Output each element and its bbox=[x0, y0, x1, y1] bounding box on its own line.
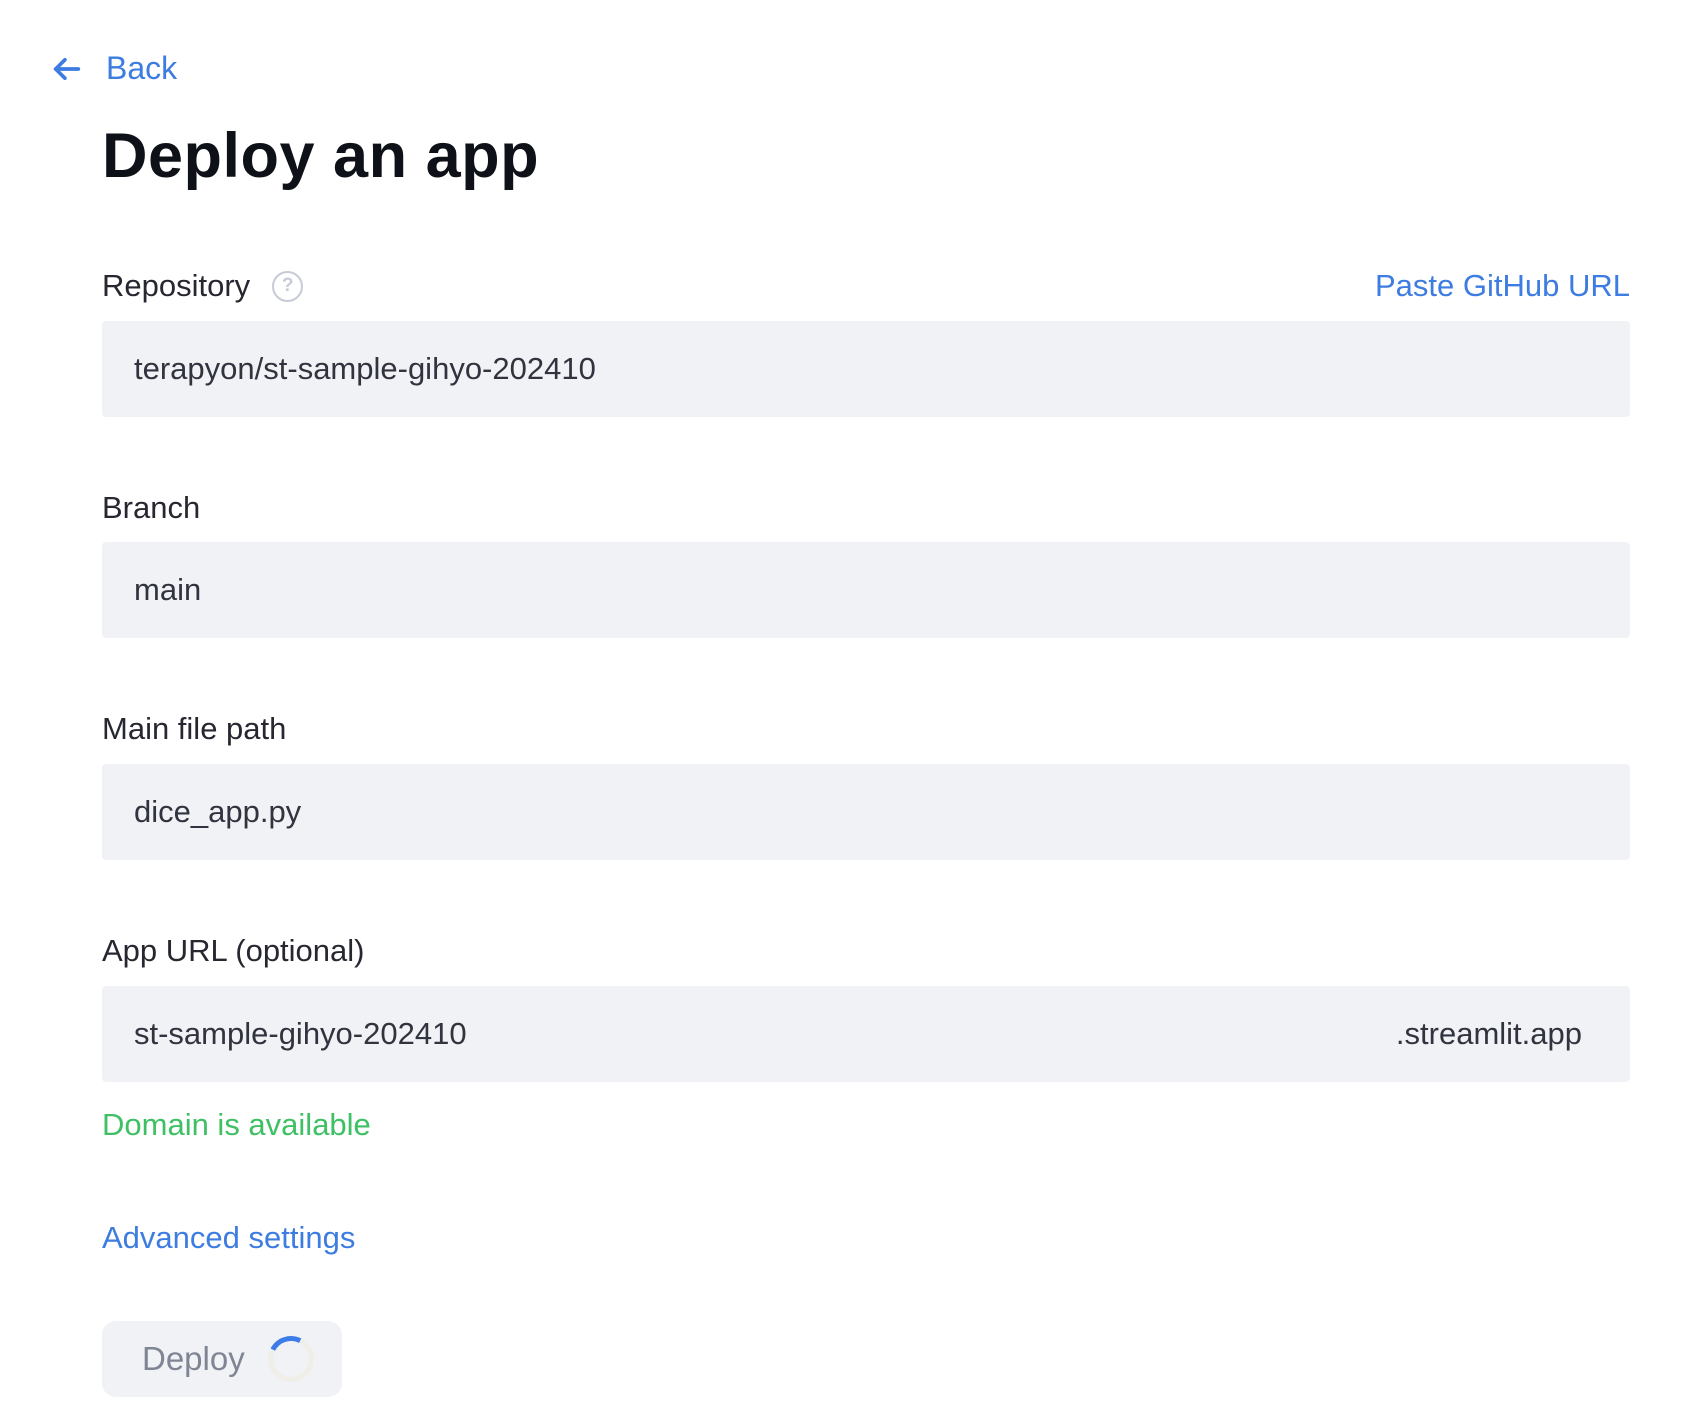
repository-input[interactable] bbox=[102, 321, 1630, 417]
domain-status-text: Domain is available bbox=[102, 1106, 1630, 1145]
app-url-input[interactable] bbox=[102, 986, 1396, 1082]
main-file-path-label: Main file path bbox=[102, 710, 286, 749]
paste-github-url-link[interactable]: Paste GitHub URL bbox=[1375, 267, 1630, 306]
deploy-button-label: Deploy bbox=[142, 1340, 245, 1378]
main-file-path-label-row: Main file path bbox=[102, 710, 1630, 749]
loading-spinner-icon bbox=[262, 1330, 320, 1388]
branch-label-row: Branch bbox=[102, 489, 1630, 528]
branch-label: Branch bbox=[102, 489, 200, 528]
arrow-left-icon bbox=[48, 52, 86, 86]
deploy-form: Repository ? Paste GitHub URL Branch Mai… bbox=[102, 267, 1630, 1398]
app-url-suffix: .streamlit.app bbox=[1396, 1016, 1582, 1052]
app-url-label: App URL (optional) bbox=[102, 932, 365, 971]
repository-label: Repository bbox=[102, 267, 250, 306]
app-url-label-row: App URL (optional) bbox=[102, 932, 1630, 971]
back-link[interactable]: Back bbox=[48, 50, 177, 87]
help-icon[interactable]: ? bbox=[272, 271, 303, 302]
main-file-path-input[interactable] bbox=[102, 764, 1630, 860]
app-url-field: .streamlit.app bbox=[102, 986, 1630, 1082]
page-title: Deploy an app bbox=[102, 119, 1688, 193]
back-label: Back bbox=[106, 50, 177, 87]
deploy-button[interactable]: Deploy bbox=[102, 1321, 342, 1397]
repository-label-row: Repository ? Paste GitHub URL bbox=[102, 267, 1630, 306]
branch-input[interactable] bbox=[102, 542, 1630, 638]
advanced-settings-link[interactable]: Advanced settings bbox=[102, 1219, 355, 1258]
